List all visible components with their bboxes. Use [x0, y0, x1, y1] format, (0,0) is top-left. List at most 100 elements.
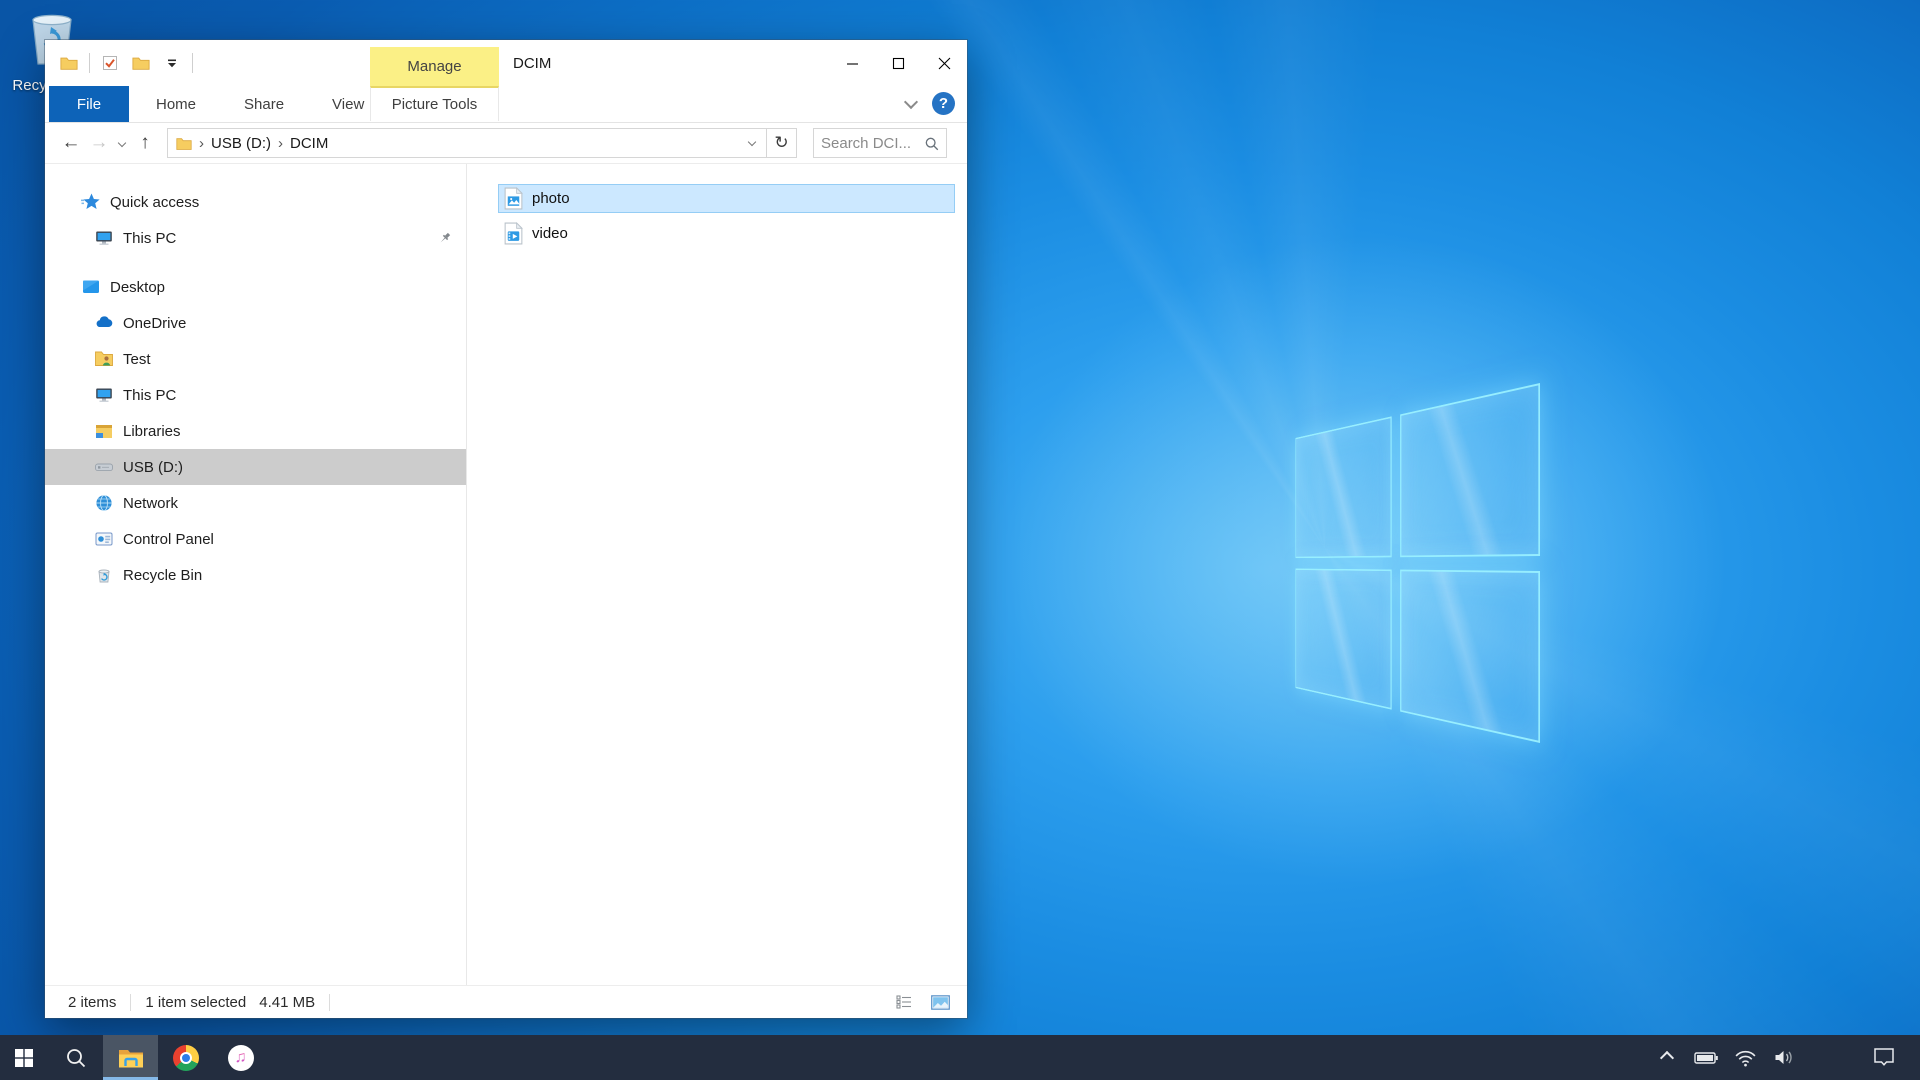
minimize-button[interactable]: [829, 40, 875, 86]
navigation-pane: Quick access This PC Desktop OneDrive Test Th…: [45, 164, 467, 985]
refresh-button[interactable]: ↻: [767, 128, 797, 158]
view-toggles: [891, 991, 967, 1013]
address-dropdown-icon[interactable]: [738, 141, 766, 145]
close-button[interactable]: [921, 40, 967, 86]
taskbar-apps: ♫: [0, 1035, 268, 1080]
sidebar-item-label: This PC: [123, 387, 176, 404]
search-box[interactable]: Search DCI...: [813, 128, 947, 158]
volume-icon: [1774, 1048, 1795, 1067]
search-placeholder: Search DCI...: [821, 135, 924, 152]
toolbar-separator: [192, 53, 193, 73]
breadcrumb: › USB (D:) › DCIM: [192, 135, 328, 152]
tray-wifi-icon[interactable]: [1729, 1035, 1761, 1080]
explorer-icon: [118, 1047, 144, 1069]
taskbar-search-button[interactable]: [48, 1035, 103, 1080]
image-file-icon: [504, 187, 523, 210]
action-center-button[interactable]: [1862, 1035, 1906, 1080]
new-folder-icon[interactable]: [130, 52, 152, 74]
battery-icon: [1694, 1048, 1719, 1068]
start-icon: [15, 1049, 33, 1067]
pin-icon: [437, 231, 452, 246]
customize-quick-access-icon[interactable]: [161, 52, 183, 74]
explorer-window-icon[interactable]: [58, 52, 80, 74]
sidebar-item-onedrive[interactable]: OneDrive: [45, 305, 466, 341]
navigation-bar: ← → ↑ › USB (D:) › DCIM ↻ Search DCI...: [45, 123, 967, 164]
sidebar-item-label: Test: [123, 351, 151, 368]
selection-size: 4.41 MB: [259, 994, 315, 1011]
sidebar-item-usb-d[interactable]: USB (D:): [45, 449, 466, 485]
ribbon-tabs: FileHomeShareViewPicture Tools ?: [45, 86, 967, 123]
collapse-ribbon-icon[interactable]: [904, 94, 918, 108]
chevron-up-icon: [1662, 1053, 1672, 1063]
sidebar-item-this-pc[interactable]: This PC: [45, 377, 466, 413]
taskbar-itunes-button[interactable]: ♫: [213, 1035, 268, 1080]
item-count: 2 items: [68, 994, 116, 1011]
tab-home[interactable]: Home: [135, 86, 217, 122]
taskbar-chrome-button[interactable]: [158, 1035, 213, 1080]
address-bar[interactable]: › USB (D:) › DCIM: [167, 128, 767, 158]
usb-drive-icon: [94, 457, 114, 477]
tray-volume-icon[interactable]: [1768, 1035, 1800, 1080]
address-folder-icon: [176, 137, 192, 150]
start-button[interactable]: [0, 1035, 48, 1080]
sidebar-item-this-pc[interactable]: This PC: [45, 220, 466, 256]
sidebar-item-label: Quick access: [110, 194, 199, 211]
ribbon-right-controls: ?: [906, 86, 967, 121]
sidebar-item-desktop[interactable]: Desktop: [45, 269, 466, 305]
recent-locations-icon[interactable]: [113, 128, 131, 158]
sidebar-item-label: Network: [123, 495, 178, 512]
help-button[interactable]: ?: [932, 92, 955, 115]
libraries-icon: [94, 421, 114, 441]
this-pc-icon: [94, 228, 114, 248]
maximize-button[interactable]: [875, 40, 921, 86]
windows-logo-pane: [1295, 568, 1391, 709]
video-file-icon: [504, 222, 523, 245]
manage-contextual-group[interactable]: Manage: [370, 47, 499, 86]
desktop-icon: [81, 277, 101, 297]
file-name: video: [532, 225, 568, 242]
sidebar-item-libraries[interactable]: Libraries: [45, 413, 466, 449]
sidebar-item-label: Libraries: [123, 423, 181, 440]
sidebar-item-label: OneDrive: [123, 315, 186, 332]
recycle-bin-icon: [94, 565, 114, 585]
file-item-photo[interactable]: photo: [498, 184, 955, 213]
back-button[interactable]: ←: [57, 128, 85, 158]
tab-picture-tools[interactable]: Picture Tools: [370, 86, 499, 121]
details-view-button[interactable]: [891, 991, 917, 1013]
breadcrumb-separator: ›: [278, 135, 283, 152]
minimize-icon: [846, 57, 859, 70]
breadcrumb-separator: ›: [199, 135, 204, 152]
system-tray: [1651, 1035, 1800, 1080]
title-bar: Manage DCIM: [45, 40, 967, 86]
close-icon: [938, 57, 951, 70]
explorer-body: Quick access This PC Desktop OneDrive Test Th…: [45, 164, 967, 985]
sidebar-item-label: Desktop: [110, 279, 165, 296]
sidebar-item-test[interactable]: Test: [45, 341, 466, 377]
tab-share[interactable]: Share: [223, 86, 305, 122]
search-task-icon: [65, 1047, 87, 1069]
sidebar-item-quick-access[interactable]: Quick access: [45, 184, 466, 220]
file-item-video[interactable]: video: [498, 219, 955, 248]
tray-show-hidden-icons[interactable]: [1651, 1035, 1683, 1080]
tray-battery-icon[interactable]: [1690, 1035, 1722, 1080]
caption-buttons: [829, 40, 967, 86]
file-explorer-window: Manage DCIM FileHomeShareViewPicture Too…: [45, 40, 967, 1018]
taskbar-file-explorer-button[interactable]: [103, 1035, 158, 1080]
sidebar-item-recycle-bin[interactable]: Recycle Bin: [45, 557, 466, 593]
breadcrumb-item-dcim[interactable]: DCIM: [290, 135, 328, 152]
sidebar-item-network[interactable]: Network: [45, 485, 466, 521]
properties-icon[interactable]: [99, 52, 121, 74]
network-icon: [94, 493, 114, 513]
search-icon[interactable]: [924, 136, 939, 151]
toolbar-separator: [89, 53, 90, 73]
breadcrumb-item-usb-d[interactable]: USB (D:): [211, 135, 271, 152]
large-icons-view-button[interactable]: [927, 991, 953, 1013]
up-button[interactable]: ↑: [131, 128, 159, 158]
tab-file[interactable]: File: [49, 86, 129, 122]
windows-logo-pane: [1400, 383, 1540, 557]
sidebar-item-control-panel[interactable]: Control Panel: [45, 521, 466, 557]
windows-logo-pane: [1295, 416, 1391, 557]
sidebar-item-label: This PC: [123, 230, 176, 247]
forward-button[interactable]: →: [85, 128, 113, 158]
onedrive-icon: [94, 313, 114, 333]
